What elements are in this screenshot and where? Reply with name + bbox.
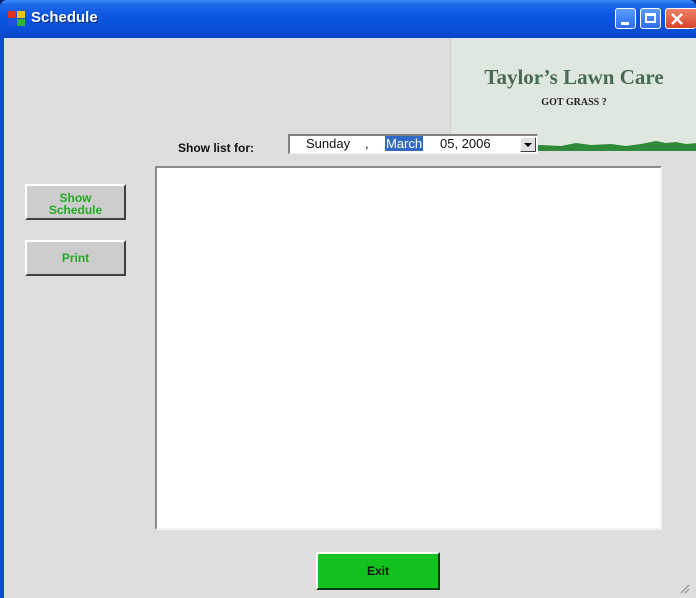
- date-separator: ,: [365, 136, 369, 151]
- show-schedule-button[interactable]: Show Schedule: [25, 184, 126, 220]
- chevron-down-icon: [524, 143, 532, 147]
- close-icon: [671, 13, 683, 25]
- banner-title: Taylor’s Lawn Care: [484, 65, 664, 89]
- resize-grip-icon[interactable]: [680, 584, 690, 594]
- maximize-icon: [645, 13, 656, 23]
- exit-button[interactable]: Exit: [316, 552, 440, 590]
- client-area: Taylor’s Lawn Care GOT GRASS ? Show list…: [4, 38, 696, 598]
- window-title: Schedule: [31, 9, 98, 26]
- date-day-year[interactable]: 05, 2006: [440, 136, 491, 151]
- minimize-button[interactable]: [615, 8, 636, 29]
- print-button[interactable]: Print: [25, 240, 126, 276]
- date-month[interactable]: March: [385, 136, 424, 151]
- title-bar[interactable]: Schedule: [0, 0, 696, 38]
- date-weekday[interactable]: Sunday: [306, 136, 350, 151]
- show-schedule-label-line: Schedule: [48, 203, 103, 217]
- minimize-icon: [621, 22, 629, 25]
- show-list-label: Show list for:: [178, 141, 254, 155]
- app-icon[interactable]: [8, 11, 26, 27]
- schedule-list[interactable]: [155, 166, 662, 530]
- date-picker[interactable]: Sunday , March 05, 2006: [288, 134, 538, 154]
- date-dropdown-button[interactable]: [520, 137, 536, 152]
- close-button[interactable]: [665, 8, 696, 29]
- schedule-window: Schedule Taylor’s Lawn Care GOT GRASS ? …: [0, 0, 696, 598]
- maximize-button[interactable]: [640, 8, 661, 29]
- banner-subtitle: GOT GRASS ?: [541, 97, 607, 108]
